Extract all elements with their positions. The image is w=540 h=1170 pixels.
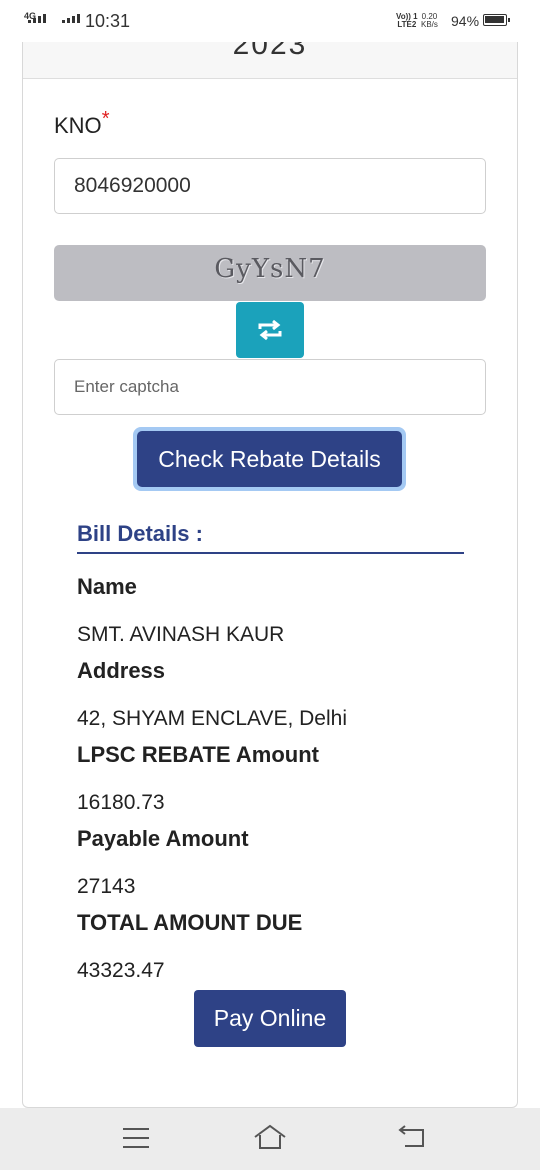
address-label: Address: [77, 658, 166, 683]
name-value: SMT. AVINASH KAUR: [77, 623, 285, 646]
volte-indicator: Vo)) 1 LTE2: [396, 13, 418, 29]
captcha-text: GyYsN7: [214, 254, 326, 284]
home-icon[interactable]: [252, 1123, 288, 1151]
menu-icon[interactable]: [123, 1128, 149, 1155]
check-rebate-button-face[interactable]: Check Rebate Details: [137, 431, 402, 487]
system-nav-bar: [0, 1108, 540, 1170]
total-due-value: 43323.47: [77, 959, 165, 982]
total-due-label: TOTAL AMOUNT DUE: [77, 910, 303, 935]
battery-percent: 94%: [451, 13, 480, 29]
lpsc-rebate-value: 16180.73: [77, 791, 165, 814]
address-value: 42, SHYAM ENCLAVE, Delhi: [77, 707, 347, 730]
kno-label: KNO*: [54, 108, 109, 139]
captcha-input[interactable]: Enter captcha: [54, 359, 486, 415]
name-label: Name: [77, 574, 137, 599]
lpsc-rebate-label: LPSC REBATE Amount: [77, 742, 319, 767]
kno-input-value: 8046920000: [74, 174, 191, 197]
battery-icon: [483, 14, 510, 26]
network-speed: 0.20 KB/s: [421, 13, 438, 29]
pay-online-button[interactable]: Pay Online: [194, 990, 346, 1047]
kno-input[interactable]: 8046920000: [54, 158, 486, 214]
signal-icon: [28, 14, 46, 23]
speed-unit: KB/s: [421, 20, 438, 29]
bill-divider: [77, 552, 464, 554]
clock: 10:31: [85, 11, 131, 31]
check-rebate-button[interactable]: Check Rebate Details: [133, 427, 406, 491]
bill-details-heading: Bill Details :: [77, 521, 203, 546]
card-header: 2023: [23, 42, 517, 79]
pay-online-label: Pay Online: [213, 1005, 327, 1031]
page-title: 2023: [232, 42, 308, 61]
volte-line2: LTE2: [397, 20, 417, 29]
payable-amount-value: 27143: [77, 875, 136, 898]
required-mark: *: [101, 108, 110, 130]
check-rebate-label: Check Rebate Details: [158, 446, 381, 472]
payable-amount-label: Payable Amount: [77, 826, 249, 851]
captcha-image: GyYsN7: [54, 245, 486, 301]
status-bar: 4G 10:31 Vo)) 1 LTE2 0.20 KB/s 94%: [0, 0, 540, 42]
back-icon[interactable]: [397, 1125, 427, 1149]
refresh-icon: [258, 319, 282, 341]
kno-label-text: KNO: [54, 113, 102, 138]
refresh-captcha-button[interactable]: [236, 302, 304, 358]
captcha-placeholder: Enter captcha: [74, 377, 179, 396]
signal-icon-sim2: [62, 14, 80, 23]
